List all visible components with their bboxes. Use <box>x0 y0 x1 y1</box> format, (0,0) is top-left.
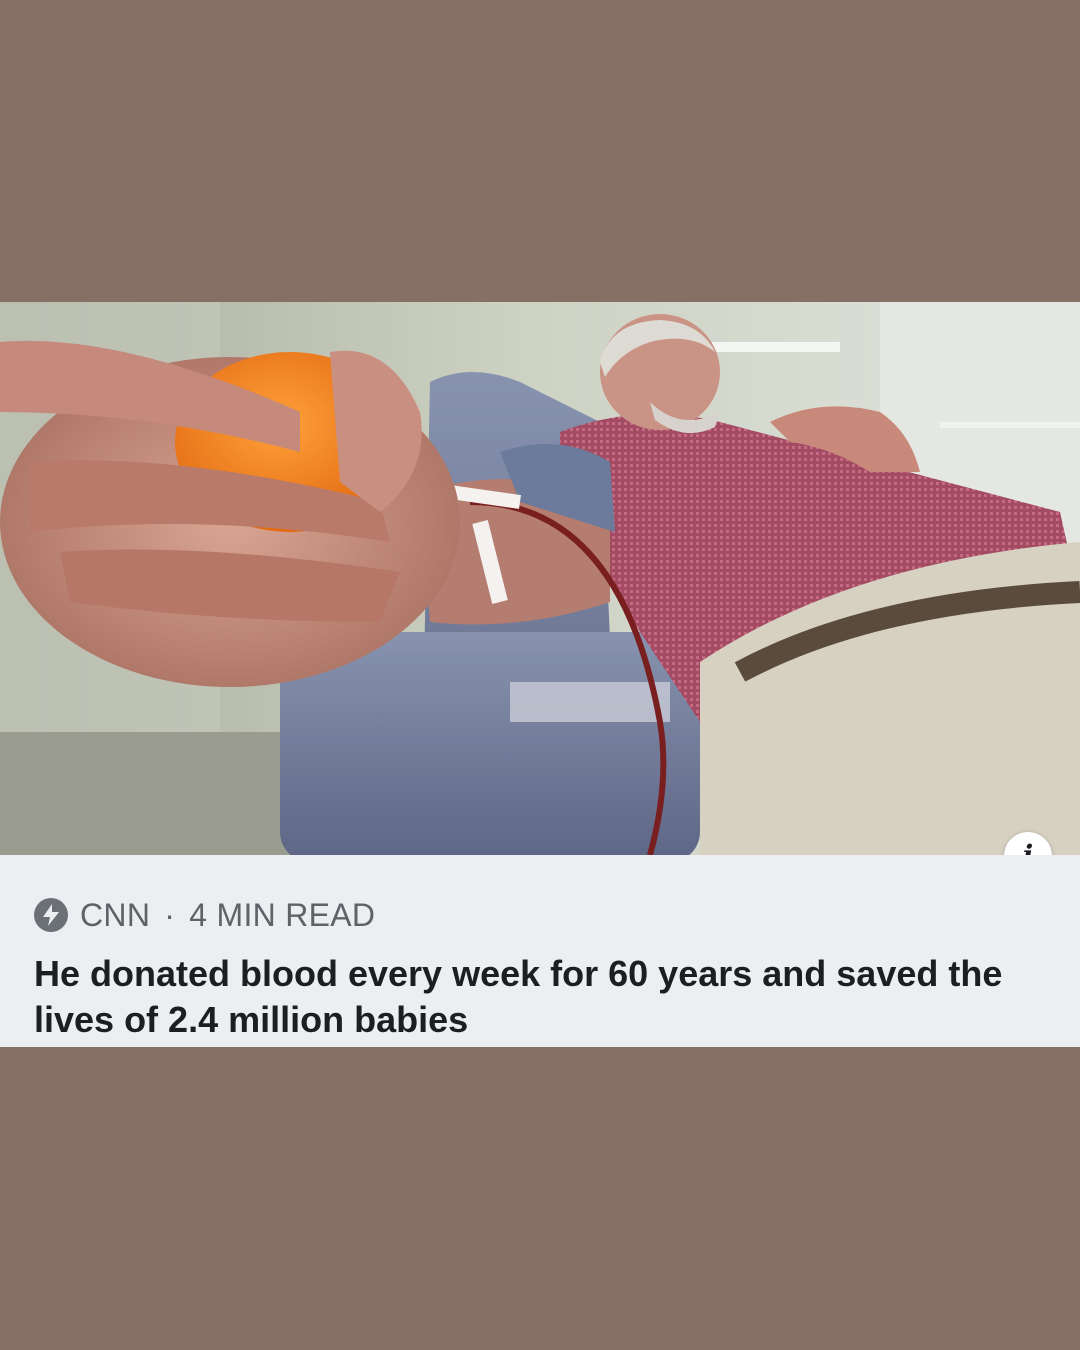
lightning-bolt-icon <box>34 898 68 932</box>
source-name: CNN <box>80 896 151 933</box>
article-headline[interactable]: He donated blood every week for 60 years… <box>34 951 1044 1043</box>
link-preview-card[interactable]: i CNN · 4 MIN READ He donated blood ever… <box>0 302 1080 1047</box>
link-caption[interactable]: CNN · 4 MIN READ He donated blood every … <box>0 855 1080 1047</box>
meta-separator: · <box>164 896 176 933</box>
read-time: 4 MIN READ <box>189 896 376 933</box>
article-photo[interactable] <box>0 302 1080 855</box>
article-meta: CNN · 4 MIN READ <box>34 895 375 935</box>
